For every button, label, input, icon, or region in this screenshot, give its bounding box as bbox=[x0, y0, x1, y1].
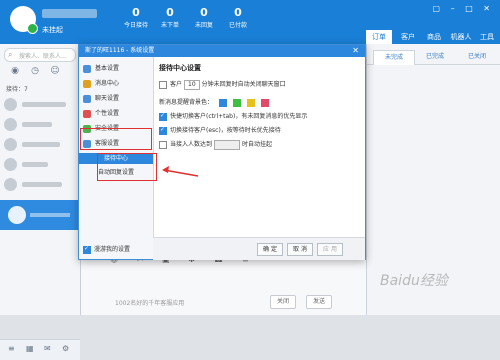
minutes-select[interactable]: 10 bbox=[184, 79, 200, 90]
list-item[interactable] bbox=[4, 96, 76, 114]
apply-button[interactable]: 应 用 bbox=[317, 243, 343, 256]
window-controls[interactable]: ▢ – □ ✕ bbox=[433, 4, 494, 13]
list-item[interactable] bbox=[4, 176, 76, 194]
settings-content: 接待中心设置 客户10分钟未回复时自动关闭聊天窗口 新消息提醒背景色： 快捷切换… bbox=[159, 59, 359, 239]
mail-icon[interactable]: ✉ bbox=[44, 344, 51, 353]
bg-color-row: 新消息提醒背景色： bbox=[159, 97, 269, 107]
esc-switch-row: 切换接待客户(esc)，按等待时长优先接待 bbox=[159, 125, 281, 135]
tab-customers[interactable]: 客户 bbox=[396, 30, 420, 44]
annotation-box-service-settings bbox=[80, 128, 152, 150]
swatch-yellow[interactable] bbox=[246, 98, 255, 107]
dialog-titlebar: 斯了的旺1116 - 系统设置 ✕ bbox=[79, 45, 365, 57]
close-chat-button[interactable]: 关闭 bbox=[270, 295, 297, 309]
tab-robot[interactable]: 机器人 bbox=[448, 30, 474, 44]
list-item[interactable] bbox=[4, 116, 76, 134]
stat-unreplied[interactable]: 0 未回复 bbox=[186, 6, 222, 29]
message-icon bbox=[83, 80, 91, 88]
basic-settings-icon bbox=[83, 65, 91, 73]
settings-icon[interactable]: ⚙ bbox=[62, 344, 69, 353]
search-input[interactable]: ⌕ 搜索人、联系人... bbox=[4, 48, 76, 62]
clock-icon[interactable]: ◷ bbox=[28, 66, 42, 78]
list-item[interactable] bbox=[4, 136, 76, 154]
send-button[interactable]: 发送 bbox=[306, 295, 333, 309]
search-icon: ⌕ bbox=[8, 50, 13, 59]
grid-icon[interactable]: ▦ bbox=[26, 344, 34, 353]
online-badge bbox=[27, 23, 38, 34]
watermark-logo: Baidu经验 bbox=[380, 273, 448, 289]
ok-button[interactable]: 确 定 bbox=[257, 243, 283, 256]
swatch-blue[interactable] bbox=[218, 98, 227, 107]
tab-closed[interactable]: 已关闭 bbox=[457, 50, 497, 64]
roam-checkbox[interactable] bbox=[83, 245, 91, 254]
personal-icon bbox=[83, 110, 91, 118]
cancel-button[interactable]: 取 消 bbox=[287, 243, 313, 256]
queue-count: 接待：7 bbox=[6, 86, 28, 93]
chat-bubble-icon[interactable]: ◉ bbox=[8, 66, 22, 78]
close-icon[interactable]: ✕ bbox=[352, 45, 359, 57]
auto-close-row: 客户 10 分钟未回复时自动关闭聊天窗口 bbox=[159, 79, 286, 90]
section-title: 接待中心设置 bbox=[159, 64, 201, 72]
stat-paid[interactable]: 0 已付款 bbox=[220, 6, 256, 29]
annotation-box-auto-reply bbox=[97, 153, 157, 181]
system-settings-dialog: 斯了的旺1116 - 系统设置 ✕ 基本设置 消息中心 聊天设置 个性设置 安全… bbox=[78, 44, 366, 260]
app-header: 未挂起 0 今日接待 0 未下单 0 未回复 0 已付款 ▢ – □ ✕ 订单 客户 商… bbox=[0, 0, 500, 44]
user-avatar[interactable] bbox=[10, 6, 38, 34]
dialog-title: 斯了的旺1116 - 系统设置 bbox=[85, 47, 155, 54]
chat-icon bbox=[83, 95, 91, 103]
auto-close-checkbox[interactable] bbox=[159, 80, 167, 89]
hang-status[interactable]: 未挂起 bbox=[42, 25, 63, 35]
stat-not-ordered[interactable]: 0 未下单 bbox=[152, 6, 188, 29]
stat-today-reception[interactable]: 0 今日接待 bbox=[118, 6, 154, 29]
list-item-selected[interactable] bbox=[0, 200, 80, 230]
nav-personal-settings[interactable]: 个性设置 bbox=[81, 108, 151, 120]
annotation-arrow-icon bbox=[162, 166, 199, 177]
nav-message-center[interactable]: 消息中心 bbox=[81, 78, 151, 90]
nav-basic-settings[interactable]: 基本设置 bbox=[81, 63, 151, 75]
tab-unfinished[interactable]: 未完成 bbox=[373, 50, 415, 65]
tab-tools[interactable]: 工具 bbox=[476, 30, 498, 44]
auto-hang-checkbox[interactable] bbox=[159, 140, 167, 149]
username-redacted bbox=[42, 9, 97, 18]
roam-settings-row: 漫游我的设置 bbox=[83, 244, 130, 254]
chat-input-hint[interactable]: 1002名好的千年客服应用 bbox=[115, 298, 184, 307]
left-bottom-toolbar: ≡ ▦ ✉ ⚙ bbox=[0, 339, 80, 360]
menu-icon[interactable]: ≡ bbox=[8, 344, 15, 353]
tab-products[interactable]: 商品 bbox=[422, 30, 446, 44]
dialog-footer: 漫游我的设置 确 定 取 消 应 用 bbox=[83, 237, 365, 260]
auto-hang-row: 当接入人数达到 时自动挂起 bbox=[159, 139, 272, 150]
count-input[interactable] bbox=[214, 139, 241, 150]
tab-orders[interactable]: 订单 bbox=[366, 30, 392, 44]
swatch-pink[interactable] bbox=[260, 98, 269, 107]
esc-switch-checkbox[interactable] bbox=[159, 126, 167, 135]
contacts-icon[interactable]: ☺ bbox=[48, 66, 62, 78]
list-item[interactable] bbox=[4, 156, 76, 174]
nav-chat-settings[interactable]: 聊天设置 bbox=[81, 93, 151, 105]
quick-switch-checkbox[interactable] bbox=[159, 112, 167, 121]
quick-switch-row: 快捷切换客户(ctrl+tab)，有未回复消息的优先显示 bbox=[159, 111, 307, 121]
order-tabs: 未完成 已完成 已关闭 bbox=[367, 50, 500, 65]
send-area: 关闭 发送 bbox=[270, 295, 360, 309]
conversation-list-panel: ⌕ 搜索人、联系人... ◉ ◷ ☺ 接待：7 ≡ ▦ ✉ ⚙ bbox=[0, 44, 81, 360]
tab-finished[interactable]: 已完成 bbox=[415, 50, 455, 64]
swatch-green[interactable] bbox=[232, 98, 241, 107]
